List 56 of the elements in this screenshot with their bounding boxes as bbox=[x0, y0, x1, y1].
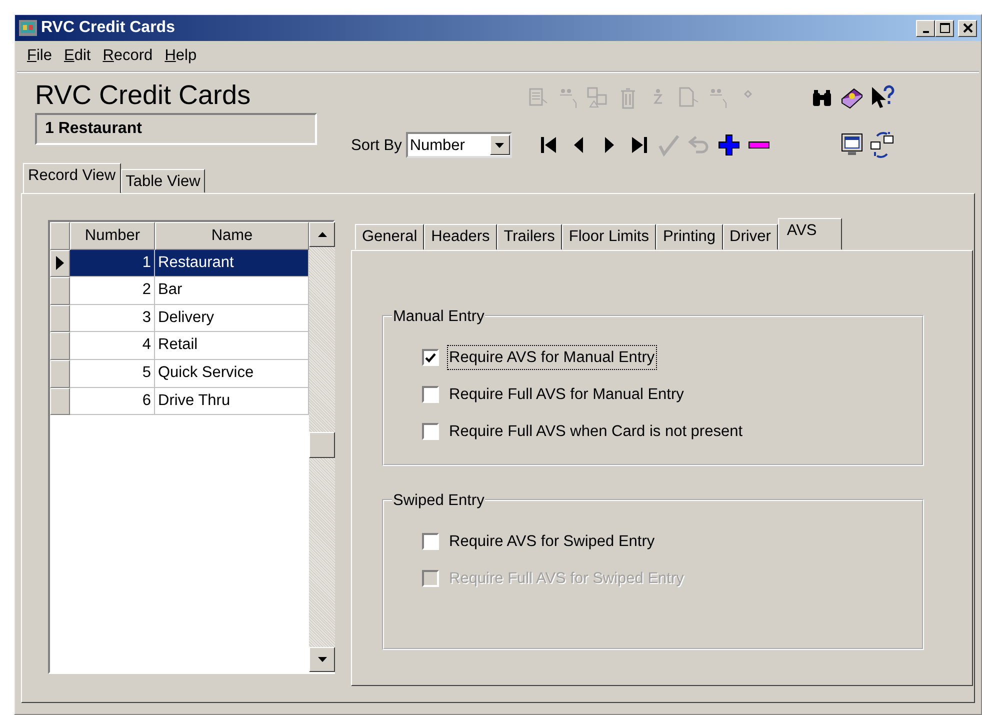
sort-label: Sort By bbox=[351, 136, 402, 156]
tab[interactable]: Record View bbox=[23, 163, 121, 193]
row-selector[interactable] bbox=[50, 250, 70, 278]
sync-icon[interactable] bbox=[869, 132, 895, 158]
table-cell[interactable]: 1 bbox=[70, 250, 155, 278]
add-icon[interactable] bbox=[716, 132, 742, 158]
dropdown-button[interactable] bbox=[490, 135, 510, 156]
checkbox-label[interactable]: Require Full AVS when Card is not present bbox=[447, 418, 745, 444]
tab[interactable]: Trailers bbox=[496, 224, 562, 250]
maximize-icon bbox=[940, 23, 950, 33]
window-title: RVC Credit Cards bbox=[41, 18, 175, 38]
tab[interactable]: Printing bbox=[656, 224, 723, 250]
checkbox-label[interactable]: Require AVS for Swiped Entry bbox=[447, 528, 657, 554]
scroll-up-button[interactable] bbox=[309, 222, 335, 247]
minimize-button[interactable] bbox=[916, 20, 935, 36]
menu-item[interactable]: Help bbox=[158, 44, 203, 68]
select-all-button[interactable] bbox=[50, 222, 70, 250]
menu-item[interactable]: Edit bbox=[58, 44, 97, 68]
checkbox-label[interactable]: Require Full AVS for Manual Entry bbox=[447, 382, 686, 408]
current-row-icon bbox=[56, 256, 64, 270]
screen-title: RVC Credit Cards bbox=[35, 79, 252, 112]
checkbox[interactable] bbox=[422, 533, 439, 550]
table-cell[interactable]: 5 bbox=[70, 360, 155, 388]
caret-icon bbox=[495, 142, 504, 148]
app-icon bbox=[19, 20, 37, 36]
menu-item[interactable]: File bbox=[21, 44, 58, 68]
record-display: 1 Restaurant bbox=[35, 113, 317, 146]
checkbox[interactable] bbox=[422, 386, 439, 403]
column-header[interactable]: Number bbox=[70, 222, 155, 250]
menu-item[interactable]: Record bbox=[96, 44, 159, 68]
table-cell[interactable]: 4 bbox=[70, 332, 155, 360]
checkbox[interactable] bbox=[422, 423, 439, 440]
table-cell[interactable]: 2 bbox=[70, 277, 155, 305]
maximize-button[interactable] bbox=[935, 20, 954, 36]
scroll-down-button[interactable] bbox=[309, 647, 335, 672]
table-cell[interactable]: 3 bbox=[70, 304, 155, 332]
column-header[interactable]: Name bbox=[155, 222, 309, 250]
close-icon bbox=[962, 23, 972, 33]
tab[interactable]: AVS bbox=[778, 218, 842, 250]
tab[interactable]: Floor Limits bbox=[562, 224, 656, 250]
up-arrow-icon bbox=[318, 232, 326, 237]
scroll-thumb[interactable] bbox=[309, 432, 335, 458]
tab[interactable]: Headers bbox=[424, 224, 497, 250]
table-cell[interactable]: 6 bbox=[70, 388, 155, 416]
tab[interactable]: General bbox=[355, 224, 424, 250]
close-button[interactable] bbox=[958, 20, 977, 36]
minimize-icon bbox=[922, 30, 928, 32]
help-pointer-icon[interactable] bbox=[869, 85, 895, 111]
tab[interactable]: Table View bbox=[120, 169, 206, 193]
checkbox-label[interactable]: Require AVS for Manual Entry bbox=[447, 344, 657, 370]
down-arrow-icon bbox=[318, 657, 326, 662]
sort-dropdown[interactable]: Number bbox=[406, 132, 512, 158]
table-cell[interactable]: Restaurant bbox=[155, 250, 309, 278]
checkbox[interactable] bbox=[422, 349, 439, 366]
checkmark-icon bbox=[425, 352, 436, 362]
tab[interactable]: Driver bbox=[722, 224, 778, 250]
